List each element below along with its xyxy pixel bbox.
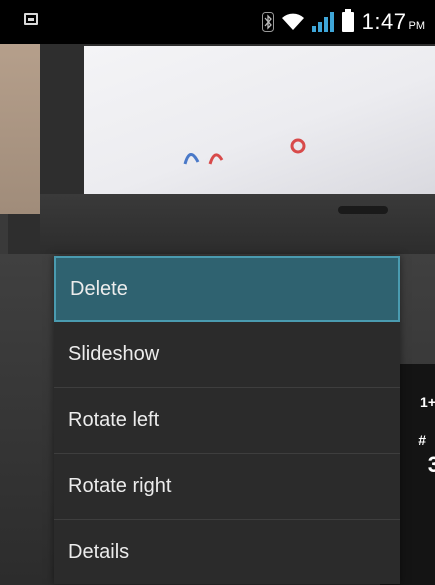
status-bar: 1:47 PM [0,0,435,44]
laptop-screen [84,46,435,196]
notification-icon [24,13,38,25]
context-menu: Delete Slideshow Rotate left Rotate righ… [54,256,400,584]
clock: 1:47 PM [362,9,425,35]
status-ampm: PM [408,20,426,32]
menu-item-label: Details [68,540,130,563]
menu-item-label: Slideshow [68,343,160,365]
menu-item-label: Rotate right [68,475,172,497]
signal-icon [311,12,334,32]
laptop-vent [338,206,388,214]
status-time: 1:47 [361,9,407,34]
menu-item-label: Delete [70,277,128,300]
wifi-icon [281,13,304,30]
menu-item-slideshow[interactable]: Slideshow [54,322,400,388]
menu-item-label: Rotate left [68,409,160,431]
battery-icon [341,9,354,32]
status-icons: 1:47 PM [261,0,425,44]
menu-item-delete[interactable]: Delete [54,256,400,322]
screen-marks [183,138,306,165]
menu-item-rotate-right[interactable]: Rotate right [54,454,400,520]
phone-key-hash: # [418,432,426,448]
menu-item-rotate-left[interactable]: Rotate left [54,388,400,454]
phone-key-1: 1+ [420,394,435,410]
wall-background [0,44,40,214]
phone-key-3: 3 [427,452,435,477]
menu-item-details[interactable]: Details [54,520,400,584]
bluetooth-icon [261,12,274,32]
